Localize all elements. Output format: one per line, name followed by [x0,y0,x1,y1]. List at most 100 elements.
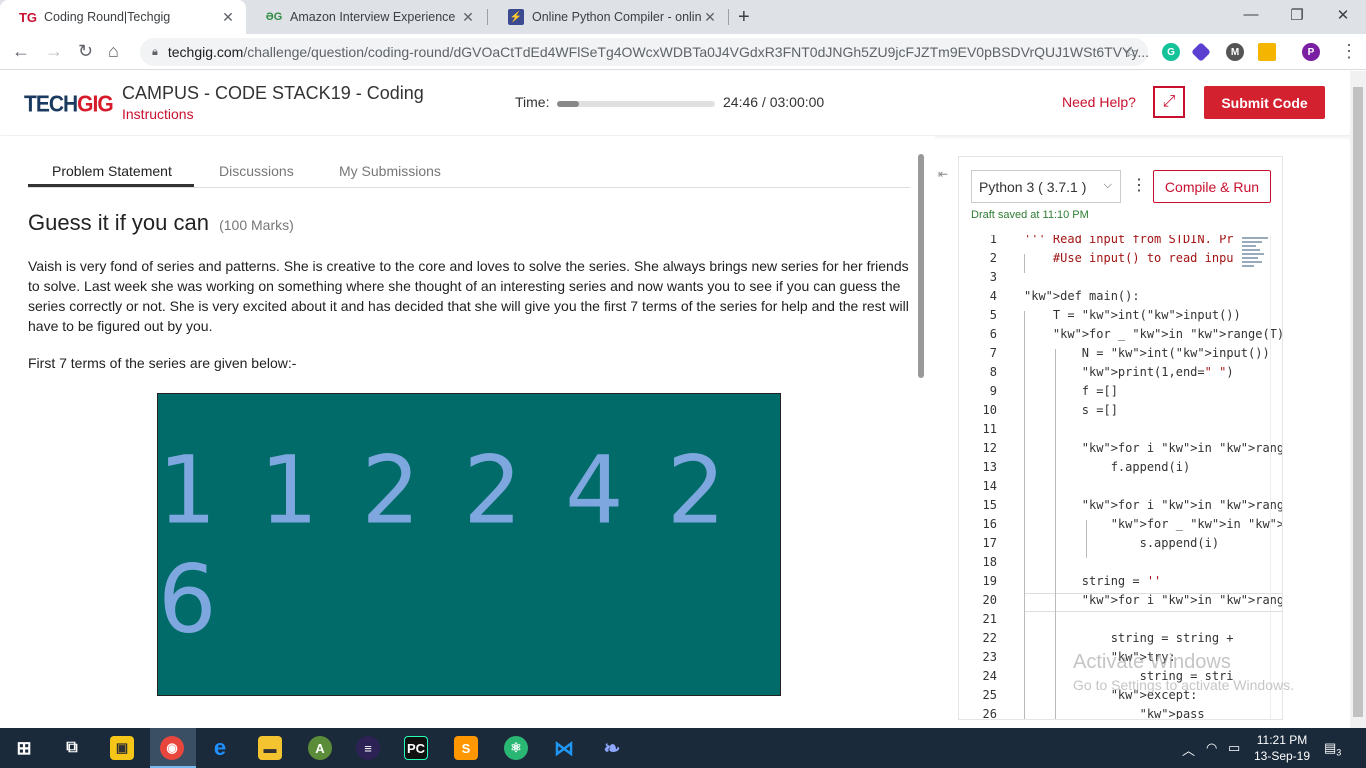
code-line[interactable]: 14 [959,479,1282,498]
code-line[interactable]: 2 #Use input() to read inpu [959,251,1282,270]
time-value: 24:46 / 03:00:00 [723,94,825,110]
activate-windows-title: Activate Windows [1073,651,1231,673]
grammarly-extension-icon[interactable]: G [1162,43,1180,61]
language-select[interactable]: Python 3 ( 3.7.1 ) ⌵ [971,170,1121,203]
browser-tab-techgig[interactable]: TG Coding Round|Techgig ✕ [0,0,246,34]
line-number: 19 [982,574,997,588]
file-explorer-icon[interactable]: ▬ [258,736,282,760]
restore-icon[interactable]: ❐ [1274,6,1320,24]
problem-scrollbar[interactable] [918,154,924,378]
code-line[interactable]: 9 f =[] [959,384,1282,403]
code-line[interactable]: 16 "kw">for _ "kw">in "kw">range(i) [959,517,1282,536]
code-line[interactable]: 17 s.append(i) [959,536,1282,555]
code-line[interactable]: 8 "kw">print(1,end=" ") [959,365,1282,384]
vscode-icon[interactable]: ⋈ [552,736,576,760]
tab-title: Amazon Interview Experience | Sc [290,10,460,24]
line-number: 8 [989,365,997,379]
extension-m-icon[interactable]: M [1226,43,1244,61]
eclipse-icon[interactable]: ≡ [356,736,380,760]
code-line[interactable]: 13 f.append(i) [959,460,1282,479]
line-number: 1 [989,235,997,246]
browser-tab-amazon[interactable]: ƏG Amazon Interview Experience | Sc ✕ [246,0,486,34]
code-line[interactable]: 10 s =[] [959,403,1282,422]
indent-guide [1024,311,1025,719]
close-tab-icon[interactable]: ✕ [460,9,476,26]
line-number: 16 [982,517,997,531]
line-number: 11 [982,422,997,436]
need-help-link[interactable]: Need Help? [1062,94,1136,110]
code-line[interactable]: 4 "kw">def main(): [959,289,1282,308]
profile-avatar[interactable]: P [1302,43,1320,61]
code-text: ''' Read input from STDIN. Pr [1024,235,1234,246]
bookmark-star-icon[interactable]: ☆ [1125,43,1138,61]
sublime-icon[interactable]: S [454,736,478,760]
code-line[interactable]: 18 [959,555,1282,574]
code-line[interactable]: 1 ''' Read input from STDIN. Pr [959,235,1282,251]
line-number: 25 [982,688,997,702]
editor-scrollbar[interactable] [1270,235,1282,719]
code-line[interactable]: 6 "kw">for _ "kw">in "kw">range(T): [959,327,1282,346]
code-line[interactable]: 26 "kw">pass [959,707,1282,719]
forward-arrow-icon[interactable]: → [45,41,63,62]
code-line[interactable]: 7 N = "kw">int("kw">input()) [959,346,1282,365]
reload-icon[interactable]: ↻ [78,41,93,62]
code-line[interactable]: 12 "kw">for i "kw">in "kw">range(2,N,2) [959,441,1282,460]
code-line[interactable]: 22 string = string + [959,631,1282,650]
code-line[interactable]: 19 string = '' [959,574,1282,593]
chrome-menu-icon[interactable]: ⋮ [1340,41,1358,62]
extension-note-icon[interactable] [1258,43,1276,61]
pycharm-icon[interactable]: PC [404,736,428,760]
tab-discussions[interactable]: Discussions [219,163,294,179]
page-scrollbar[interactable] [1350,71,1366,728]
task-view-icon[interactable]: ⧉ [60,736,84,760]
tray-chevron-icon[interactable]: ︿ [1182,740,1195,759]
code-line[interactable]: 11 [959,422,1282,441]
series-terms: 1 1 2 2 4 2 6 [158,435,733,654]
address-bar[interactable]: 🔒︎ techgig.com/challenge/question/coding… [140,38,1148,66]
chrome-taskbar-icon[interactable]: ◉ [160,736,184,760]
fullscreen-icon[interactable]: ⤢ [1153,86,1185,118]
instructions-link[interactable]: Instructions [122,106,194,122]
line-number: 21 [982,612,997,626]
collapse-panel-icon[interactable]: ⇤ [938,167,948,181]
close-tab-icon[interactable]: ✕ [702,9,718,26]
tab-my-submissions[interactable]: My Submissions [339,163,441,179]
battery-icon[interactable]: ▭ [1228,740,1240,756]
back-arrow-icon[interactable]: ← [12,41,30,62]
dolphin-app-icon[interactable]: ❧ [600,736,624,760]
time-progress-fill [557,101,579,107]
close-tab-icon[interactable]: ✕ [220,9,236,26]
page-scrollbar-thumb[interactable] [1353,87,1363,717]
more-options-icon[interactable]: ⋮ [1131,175,1147,195]
browser-tab-python-compiler[interactable]: ⚡ Online Python Compiler - online ✕ [488,0,728,34]
code-text: "kw">pass [1139,707,1205,719]
code-line[interactable]: 15 "kw">for i "kw">in "kw">range(1,(N/ [959,498,1282,517]
techgig-logo[interactable]: TECHGIG [24,92,114,118]
wifi-icon[interactable]: ◠ [1206,740,1217,756]
code-line[interactable]: 5 T = "kw">int("kw">input()) [959,308,1282,327]
code-line[interactable]: 20 "kw">for i "kw">in "kw">range(N//2): [959,593,1282,612]
windows-start-icon[interactable]: ⊞ [12,736,36,760]
new-tab-icon[interactable]: + [738,6,750,29]
tab-problem-statement[interactable]: Problem Statement [52,163,172,179]
home-icon[interactable]: ⌂ [108,41,119,62]
time-label: Time: [515,94,550,110]
atom-icon[interactable]: ⚛ [504,736,528,760]
android-studio-icon[interactable]: A [308,736,332,760]
close-window-icon[interactable]: ✕ [1320,6,1366,24]
code-minimap[interactable] [1242,235,1270,295]
store-icon[interactable]: ▣ [110,736,134,760]
minimize-icon[interactable]: — [1228,6,1274,23]
line-number: 17 [982,536,997,550]
problem-marks: (100 Marks) [219,217,294,233]
code-line[interactable]: 21 [959,612,1282,631]
submit-code-button[interactable]: Submit Code [1204,86,1325,119]
code-editor[interactable]: 1 ''' Read input from STDIN. Pr 2 #Use inp… [959,235,1282,719]
edge-taskbar-icon[interactable]: e [208,735,232,760]
code-text: f =[] [1024,384,1118,398]
system-clock[interactable]: 11:21 PM 13-Sep-19 [1250,732,1314,764]
code-line[interactable]: 3 [959,270,1282,289]
extension-diamond-icon[interactable] [1191,42,1211,62]
compile-run-button[interactable]: Compile & Run [1153,170,1271,203]
action-center-icon[interactable]: ▤3 [1324,740,1341,758]
